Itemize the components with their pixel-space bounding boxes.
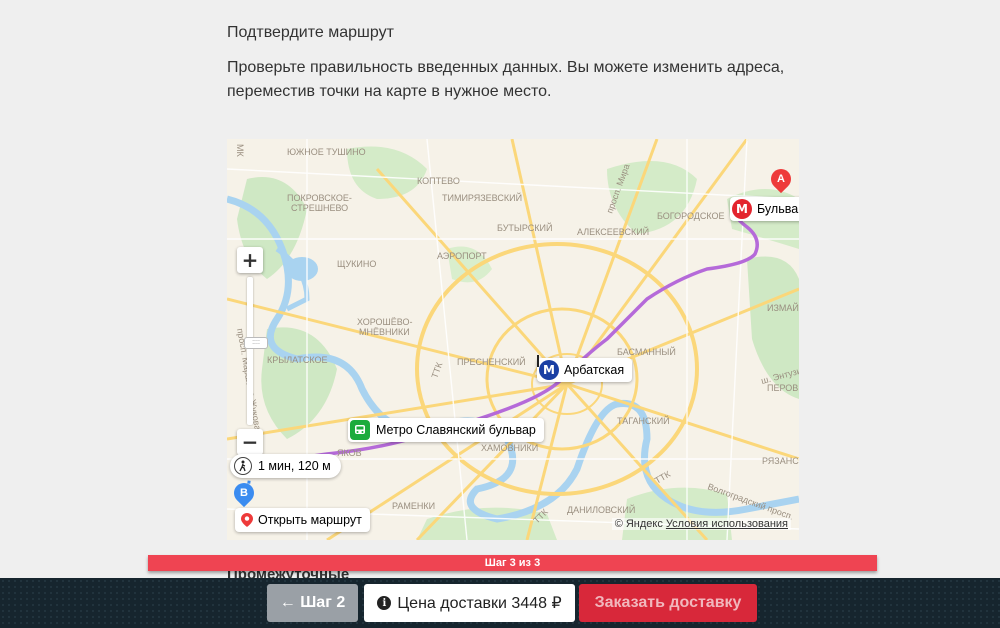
svg-text:БАСМАННЫЙ: БАСМАННЫЙ: [617, 346, 676, 357]
point-b-marker[interactable]: B: [229, 478, 259, 508]
point-a-label: A: [777, 173, 785, 185]
walk-info-text: 1 мин, 120 м: [258, 459, 331, 473]
bottom-action-bar: ← Шаг 2 i Цена доставки 3448 ₽ Заказать …: [0, 578, 1000, 628]
svg-text:ЮЖНОЕ ТУШИНО: ЮЖНОЕ ТУШИНО: [287, 147, 366, 157]
svg-text:ТАГАНСКИЙ: ТАГАНСКИЙ: [617, 415, 670, 426]
bus-stop-icon: [350, 420, 370, 440]
svg-text:ХОРОШЁВО-: ХОРОШЁВО-: [357, 317, 412, 327]
point-b-label: B: [240, 487, 248, 499]
svg-text:МК: МК: [235, 144, 245, 157]
svg-text:СТРЕШНЕВО: СТРЕШНЕВО: [291, 203, 348, 213]
map-copyright: © Яндекс Условия использования: [611, 518, 791, 530]
zoom-out-button[interactable]: −: [237, 429, 263, 455]
svg-text:ПЕРОВ: ПЕРОВ: [767, 383, 798, 393]
section-description: Проверьте правильность введенных данных.…: [227, 59, 785, 100]
walk-info: 1 мин, 120 м: [230, 454, 341, 478]
route-map[interactable]: ЮЖНОЕ ТУШИНО КОПТЕВО ТИМИРЯЗЕВСКИЙ ПОКРО…: [227, 139, 799, 540]
step-progress-bar: Шаг 3 из 3: [148, 555, 877, 571]
svg-text:БУТЫРСКИЙ: БУТЫРСКИЙ: [497, 222, 552, 233]
yandex-copyright: © Яндекс: [614, 518, 663, 530]
walk-icon: [234, 457, 252, 475]
svg-text:ПРЕСНЕНСКИЙ: ПРЕСНЕНСКИЙ: [457, 356, 526, 367]
svg-text:БОГОРОДСКОЕ: БОГОРОДСКОЕ: [657, 211, 725, 221]
back-step-button[interactable]: ← Шаг 2: [267, 584, 358, 622]
metro-icon: М: [732, 199, 752, 219]
svg-text:АЭРОПОРТ: АЭРОПОРТ: [437, 251, 487, 261]
svg-text:РЯЗАНСК: РЯЗАНСК: [762, 456, 799, 466]
terms-link[interactable]: Условия использования: [666, 518, 788, 530]
svg-text:ДАНИЛОВСКИЙ: ДАНИЛОВСКИЙ: [567, 504, 635, 515]
delivery-price-label: Цена доставки 3448 ₽: [397, 595, 562, 612]
metro-slavyansky-label[interactable]: Метро Славянский бульвар: [348, 418, 544, 442]
svg-text:ТИМИРЯЗЕВСКИЙ: ТИМИРЯЗЕВСКИЙ: [442, 192, 522, 203]
location-pin-icon: [241, 513, 253, 527]
metro-icon: М: [539, 360, 559, 380]
zoom-in-button[interactable]: +: [237, 247, 263, 273]
metro-arbatskaya-label[interactable]: М Арбатская: [537, 358, 633, 382]
bus-icon: [355, 425, 365, 434]
svg-text:РАМЕНКИ: РАМЕНКИ: [392, 501, 435, 511]
svg-text:КРЫЛАТСКОЕ: КРЫЛАТСКОЕ: [267, 355, 328, 365]
svg-text:ХАМОВНИКИ: ХАМОВНИКИ: [481, 443, 538, 453]
zoom-control: + :::: −: [237, 247, 268, 455]
confirm-section: Подтвердите маршрут Проверьте правильнос…: [227, 22, 827, 104]
svg-text:АЛЕКСЕЕВСКИЙ: АЛЕКСЕЕВСКИЙ: [577, 226, 649, 237]
svg-text:ИЗМАЙ: ИЗМАЙ: [767, 302, 799, 313]
section-title: Подтвердите маршрут: [227, 24, 394, 41]
map-background: ЮЖНОЕ ТУШИНО КОПТЕВО ТИМИРЯЗЕВСКИЙ ПОКРО…: [227, 139, 799, 540]
point-a-marker[interactable]: A: [766, 164, 796, 194]
metro-arbatskaya-text: Арбатская: [564, 363, 625, 377]
info-icon: i: [377, 596, 392, 610]
zoom-slider[interactable]: ::::: [244, 277, 268, 425]
open-route-label: Открыть маршрут: [258, 513, 362, 527]
metro-bulvar-text: Бульва: [757, 202, 799, 216]
order-delivery-button[interactable]: Заказать доставку: [579, 584, 757, 622]
svg-text:МНЁВНИКИ: МНЁВНИКИ: [359, 327, 410, 337]
svg-text:ЩУКИНО: ЩУКИНО: [337, 259, 376, 269]
delivery-price-button[interactable]: i Цена доставки 3448 ₽: [364, 584, 575, 622]
open-route-button[interactable]: Открыть маршрут: [235, 508, 370, 532]
zoom-slider-handle[interactable]: ::::: [244, 337, 268, 349]
svg-text:ПОКРОВСКОЕ-: ПОКРОВСКОЕ-: [287, 193, 352, 203]
metro-bulvar-label[interactable]: М Бульва: [730, 197, 799, 221]
svg-text:ЯКОВ: ЯКОВ: [337, 448, 362, 458]
metro-slavyansky-text: Метро Славянский бульвар: [376, 423, 536, 437]
svg-text:КОПТЕВО: КОПТЕВО: [417, 176, 460, 186]
route-flag-icon: [537, 355, 539, 367]
